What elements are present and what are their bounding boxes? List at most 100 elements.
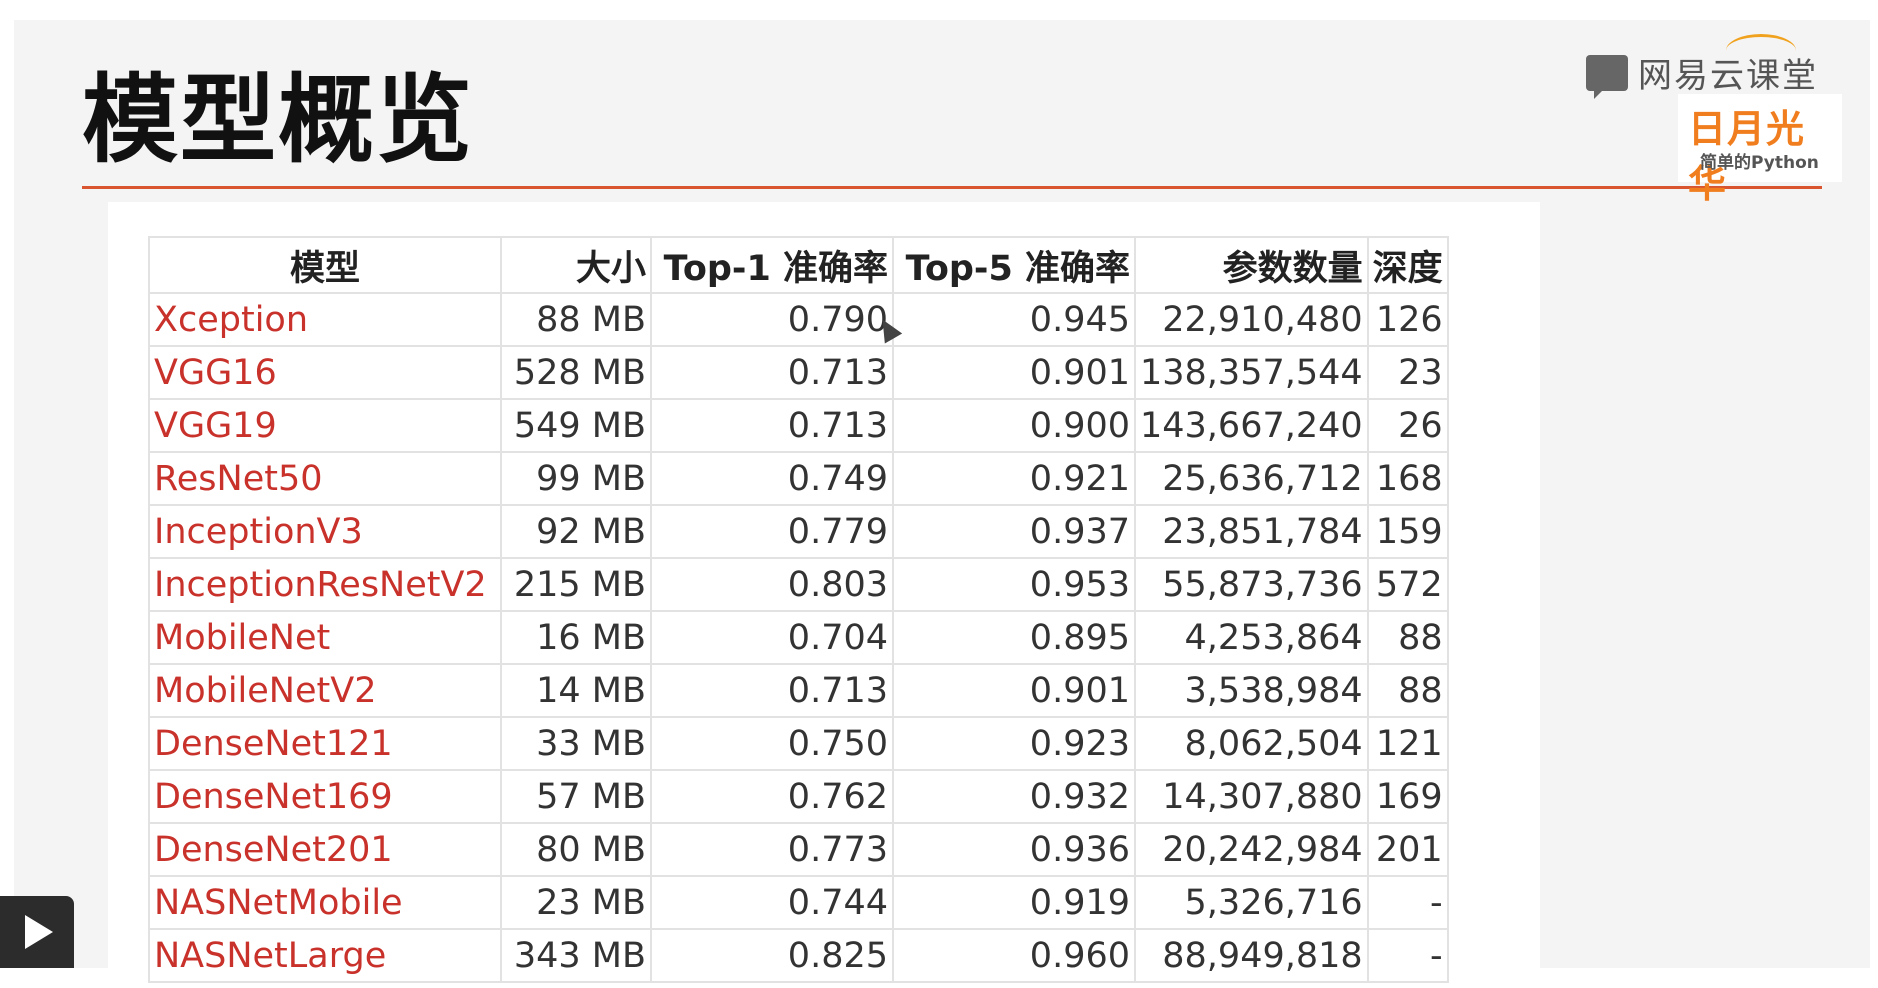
- table-row: VGG16 528 MB 0.713 0.901 138,357,544 23: [148, 345, 1449, 400]
- table-row: DenseNet121 33 MB 0.750 0.923 8,062,504 121: [148, 716, 1449, 771]
- model-name[interactable]: ResNet50: [148, 451, 502, 506]
- model-name[interactable]: NASNetLarge: [148, 928, 502, 983]
- model-name[interactable]: NASNetMobile: [148, 875, 502, 930]
- play-button[interactable]: [0, 896, 74, 968]
- table-row: NASNetLarge 343 MB 0.825 0.960 88,949,818-: [148, 928, 1449, 983]
- header-depth: 深度: [1366, 236, 1449, 294]
- model-name[interactable]: DenseNet169: [148, 769, 502, 824]
- logo-badge: 日月光华 简单的Python: [1678, 94, 1842, 206]
- depth: 159: [1366, 504, 1449, 559]
- param-count: 20,242,984: [1134, 822, 1369, 877]
- top1-accuracy: 0.713: [650, 663, 894, 718]
- param-count: 3,538,984: [1134, 663, 1369, 718]
- param-count: 55,873,736: [1134, 557, 1369, 612]
- depth: 88: [1366, 610, 1449, 665]
- top1-accuracy: 0.713: [650, 345, 894, 400]
- top5-accuracy: 0.895: [892, 610, 1136, 665]
- top1-accuracy: 0.790: [650, 292, 894, 347]
- param-count: 25,636,712: [1134, 451, 1369, 506]
- header-size: 大小: [500, 236, 652, 294]
- table-row: MobileNetV2 14 MB 0.713 0.901 3,538,984 88: [148, 663, 1449, 718]
- top5-accuracy: 0.960: [892, 928, 1136, 983]
- param-count: 22,910,480: [1134, 292, 1369, 347]
- table-row: NASNetMobile 23 MB 0.744 0.919 5,326,716-: [148, 875, 1449, 930]
- slide-title: 模型概览: [82, 64, 474, 176]
- model-size: 23 MB: [500, 875, 652, 930]
- depth: -: [1366, 875, 1449, 930]
- model-name[interactable]: DenseNet121: [148, 716, 502, 771]
- table-row: VGG19 549 MB 0.713 0.900 143,667,240 26: [148, 398, 1449, 453]
- table-header-row: 模型 大小 Top-1 准确率 Top-5 准确率 参数数量 深度: [148, 236, 1449, 294]
- table-row: MobileNet 16 MB 0.704 0.895 4,253,864 88: [148, 610, 1449, 665]
- header-top1: Top-1 准确率: [650, 236, 894, 294]
- model-name[interactable]: VGG16: [148, 345, 502, 400]
- param-count: 138,357,544: [1134, 345, 1369, 400]
- top1-accuracy: 0.704: [650, 610, 894, 665]
- model-size: 14 MB: [500, 663, 652, 718]
- depth: -: [1366, 928, 1449, 983]
- top5-accuracy: 0.936: [892, 822, 1136, 877]
- model-size: 343 MB: [500, 928, 652, 983]
- model-table: 模型 大小 Top-1 准确率 Top-5 准确率 参数数量 深度 Xcepti…: [148, 236, 1449, 983]
- depth: 572: [1366, 557, 1449, 612]
- param-count: 88,949,818: [1134, 928, 1369, 983]
- top5-accuracy: 0.923: [892, 716, 1136, 771]
- model-name[interactable]: MobileNetV2: [148, 663, 502, 718]
- top1-accuracy: 0.744: [650, 875, 894, 930]
- model-size: 57 MB: [500, 769, 652, 824]
- top5-accuracy: 0.900: [892, 398, 1136, 453]
- top1-accuracy: 0.779: [650, 504, 894, 559]
- model-name[interactable]: DenseNet201: [148, 822, 502, 877]
- header-top5: Top-5 准确率: [892, 236, 1136, 294]
- model-size: 99 MB: [500, 451, 652, 506]
- model-name[interactable]: MobileNet: [148, 610, 502, 665]
- table-row: InceptionV3 92 MB 0.779 0.937 23,851,784 159: [148, 504, 1449, 559]
- model-size: 92 MB: [500, 504, 652, 559]
- top1-accuracy: 0.773: [650, 822, 894, 877]
- top1-accuracy: 0.749: [650, 451, 894, 506]
- model-size: 88 MB: [500, 292, 652, 347]
- table-row: ResNet50 99 MB 0.749 0.921 25,636,712 168: [148, 451, 1449, 506]
- model-name[interactable]: VGG19: [148, 398, 502, 453]
- model-name[interactable]: Xception: [148, 292, 502, 347]
- model-name[interactable]: InceptionResNetV2: [148, 557, 502, 612]
- top5-accuracy: 0.901: [892, 345, 1136, 400]
- model-size: 80 MB: [500, 822, 652, 877]
- depth: 121: [1366, 716, 1449, 771]
- chat-bubble-icon: [1586, 54, 1628, 99]
- depth: 169: [1366, 769, 1449, 824]
- top5-accuracy: 0.901: [892, 663, 1136, 718]
- top5-accuracy: 0.921: [892, 451, 1136, 506]
- depth: 168: [1366, 451, 1449, 506]
- param-count: 5,326,716: [1134, 875, 1369, 930]
- model-size: 215 MB: [500, 557, 652, 612]
- table-row: DenseNet169 57 MB 0.762 0.932 14,307,880 169: [148, 769, 1449, 824]
- param-count: 8,062,504: [1134, 716, 1369, 771]
- top1-accuracy: 0.825: [650, 928, 894, 983]
- sun-icon: [1726, 34, 1796, 67]
- table-row: Xception 88 MB 0.790 0.945 22,910,480 126: [148, 292, 1449, 347]
- param-count: 14,307,880: [1134, 769, 1369, 824]
- header-model: 模型: [148, 236, 502, 294]
- table-row: InceptionResNetV2 215 MB 0.803 0.953 55,873,…: [148, 557, 1449, 612]
- model-size: 16 MB: [500, 610, 652, 665]
- logo: 网易云课堂 日月光华 简单的Python: [1586, 34, 1872, 206]
- model-name[interactable]: InceptionV3: [148, 504, 502, 559]
- table-row: DenseNet201 80 MB 0.773 0.936 20,242,984 201: [148, 822, 1449, 877]
- model-size: 528 MB: [500, 345, 652, 400]
- param-count: 4,253,864: [1134, 610, 1369, 665]
- depth: 88: [1366, 663, 1449, 718]
- table-panel: 模型 大小 Top-1 准确率 Top-5 准确率 参数数量 深度 Xcepti…: [108, 202, 1540, 988]
- slide: 模型概览 网易云课堂 日月光华 简单的Python 模型 大小 Top-1 准确…: [14, 20, 1872, 988]
- logo-subtitle: 简单的Python: [1700, 153, 1819, 173]
- top5-accuracy: 0.937: [892, 504, 1136, 559]
- param-count: 23,851,784: [1134, 504, 1369, 559]
- top1-accuracy: 0.713: [650, 398, 894, 453]
- title-underline: [82, 186, 1822, 189]
- depth: 26: [1366, 398, 1449, 453]
- top1-accuracy: 0.762: [650, 769, 894, 824]
- top1-accuracy: 0.750: [650, 716, 894, 771]
- param-count: 143,667,240: [1134, 398, 1369, 453]
- header-params: 参数数量: [1134, 236, 1369, 294]
- top1-accuracy: 0.803: [650, 557, 894, 612]
